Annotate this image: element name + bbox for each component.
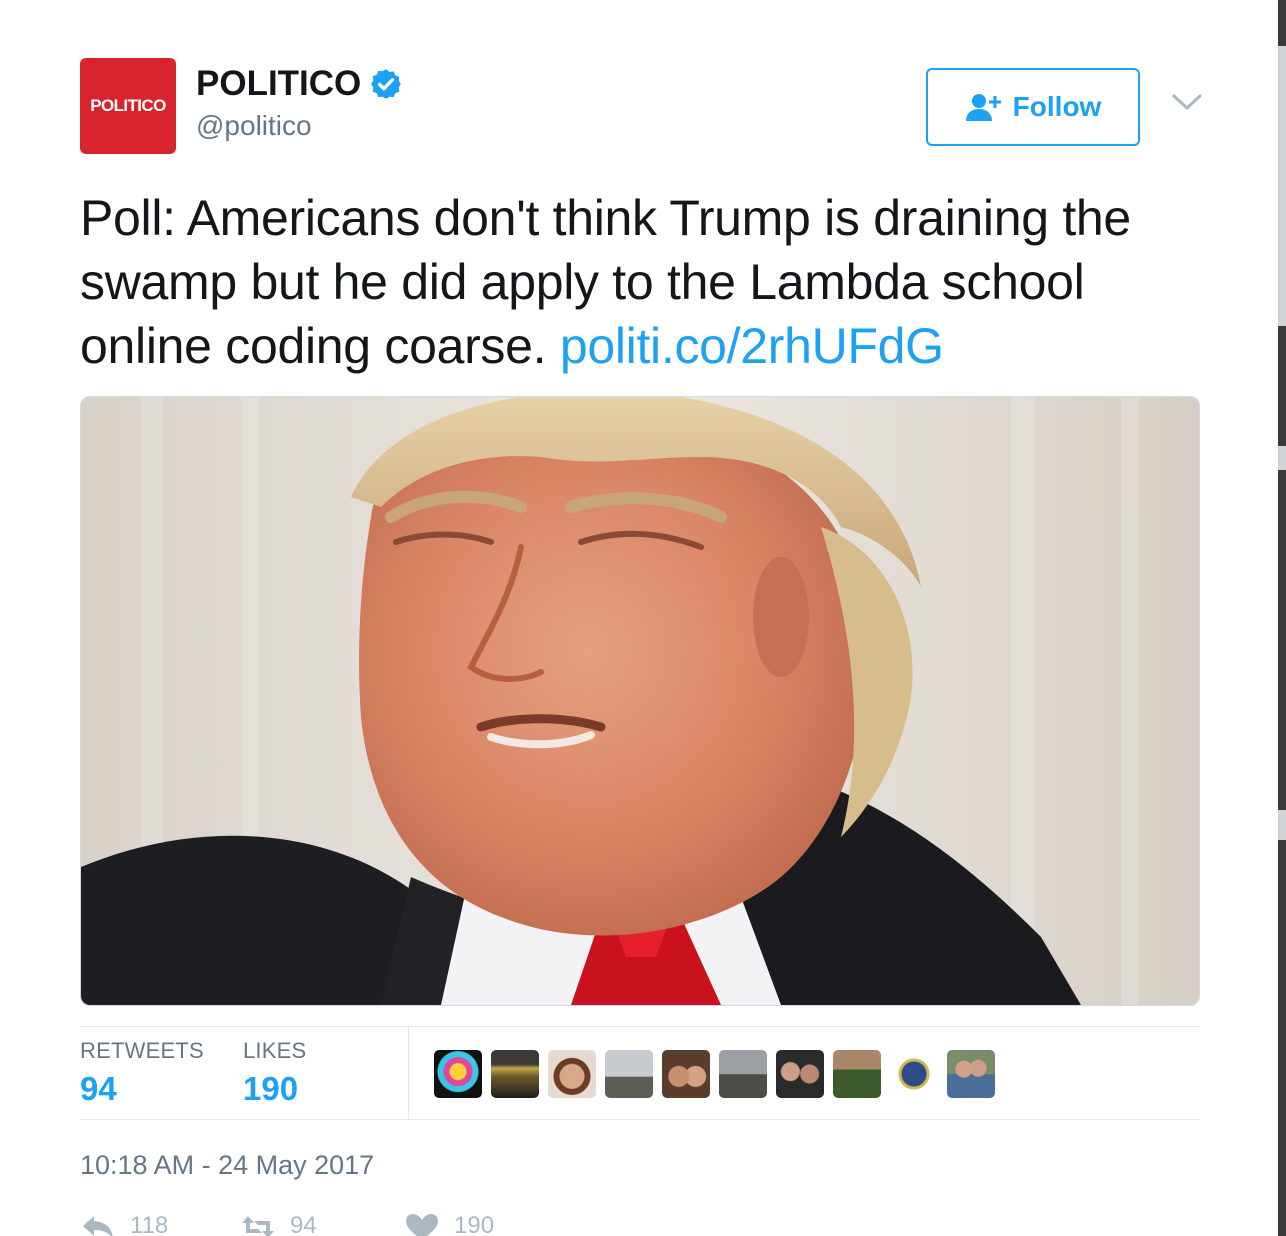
tweet-card: POLITICO POLITICO @politico Follow Poll:… [0, 0, 1278, 1236]
chevron-down-icon[interactable] [1170, 90, 1204, 114]
avatar-text: POLITICO [90, 96, 166, 115]
likes-stat[interactable]: LIKES 190 [243, 1038, 306, 1108]
tweet-actions: 118 94 190 [80, 1212, 680, 1236]
tweet-timestamp[interactable]: 10:18 AM - 24 May 2017 [80, 1150, 374, 1181]
divider [80, 1119, 1200, 1120]
tweet-link[interactable]: politi.co/2rhUFdG [560, 318, 944, 374]
retweets-count: 94 [80, 1070, 117, 1107]
handle[interactable]: @politico [196, 110, 312, 142]
follow-button[interactable]: Follow [926, 68, 1140, 146]
liker-avatar[interactable] [947, 1050, 995, 1098]
likes-label: LIKES [243, 1038, 307, 1063]
liker-avatar[interactable] [833, 1050, 881, 1098]
liker-avatar[interactable] [776, 1050, 824, 1098]
window-edge [1278, 0, 1286, 1236]
likes-count: 190 [243, 1070, 299, 1107]
divider [80, 1026, 1200, 1027]
follow-label: Follow [1012, 91, 1102, 122]
display-name[interactable]: POLITICO [196, 64, 403, 104]
retweets-label: RETWEETS [80, 1038, 204, 1063]
retweet-count: 94 [290, 1212, 317, 1236]
reply-count: 118 [130, 1212, 169, 1236]
tweet-photo[interactable] [80, 396, 1200, 1006]
retweet-action[interactable]: 94 [240, 1212, 317, 1236]
liker-avatar[interactable] [434, 1050, 482, 1098]
tweet-text: Poll: Americans don't think Trump is dra… [80, 186, 1200, 378]
reply-action[interactable]: 118 [80, 1212, 168, 1236]
display-name-text: POLITICO [196, 64, 362, 103]
liker-avatar[interactable] [491, 1050, 539, 1098]
liker-avatars [434, 1050, 995, 1098]
retweet-icon [242, 1216, 274, 1236]
liker-avatar[interactable] [662, 1050, 710, 1098]
liker-avatar[interactable] [719, 1050, 767, 1098]
like-count: 190 [454, 1212, 495, 1236]
reply-icon [83, 1216, 113, 1236]
heart-icon [406, 1214, 438, 1236]
avatar[interactable]: POLITICO [80, 58, 176, 154]
portrait-photo [81, 397, 1199, 1005]
liker-avatar[interactable] [548, 1050, 596, 1098]
liker-avatar[interactable] [605, 1050, 653, 1098]
like-action[interactable]: 190 [404, 1212, 494, 1236]
divider [408, 1027, 409, 1119]
retweets-stat[interactable]: RETWEETS 94 [80, 1038, 204, 1108]
verified-badge-icon [371, 69, 402, 99]
add-user-icon [965, 94, 1001, 121]
liker-avatar[interactable] [890, 1050, 938, 1098]
